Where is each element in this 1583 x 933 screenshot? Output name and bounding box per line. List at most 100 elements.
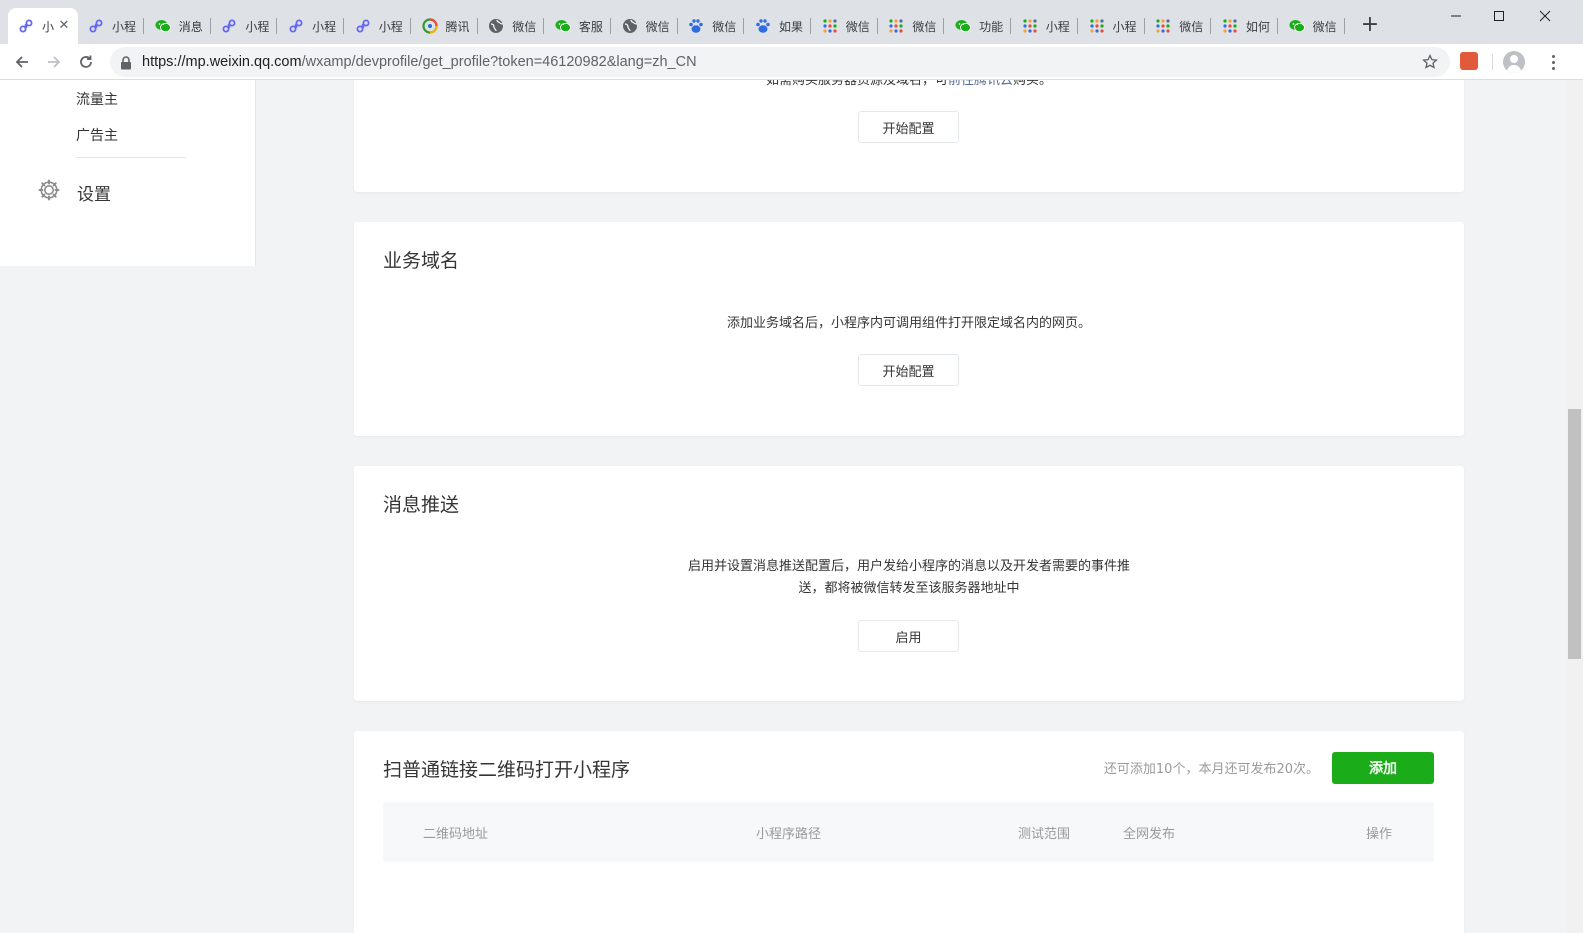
server-domain-desc: 如需购买服务器资源及域名，可前往腾讯云购买。 — [354, 80, 1464, 92]
wechat-icon — [155, 18, 171, 34]
browser-tab[interactable]: 微信 — [612, 8, 678, 44]
address-bar[interactable]: https://mp.weixin.qq.com/wxamp/devprofil… — [110, 47, 1450, 77]
tab-separator — [1343, 18, 1345, 34]
browser-tab[interactable]: 如果 — [745, 8, 811, 44]
qrcode-quota-text: 还可添加10个，本月还可发布20次。 — [1103, 762, 1319, 777]
close-window-icon[interactable] — [1522, 0, 1568, 32]
browser-tab[interactable]: 小程 — [1079, 8, 1145, 44]
tab-title: 消息 — [178, 19, 203, 34]
tab-title: 小程 — [378, 19, 403, 34]
tab-title: 如何 — [1245, 19, 1270, 34]
tencent-icon — [421, 18, 438, 34]
dots-grid-icon — [888, 18, 904, 34]
baidu-icon — [688, 18, 704, 34]
business-domain-config-button[interactable]: 开始配置 — [858, 354, 959, 386]
forward-arrow-icon[interactable] — [40, 48, 68, 76]
tab-title: 微信 — [712, 19, 737, 34]
bookmark-star-icon[interactable] — [1422, 53, 1438, 74]
browser-tab[interactable]: 微信 — [1279, 8, 1345, 44]
server-domain-config-button[interactable]: 开始配置 — [858, 111, 959, 143]
browser-tab[interactable]: 小程 — [345, 8, 411, 44]
dots-grid-icon — [1155, 18, 1171, 34]
extension-icon[interactable] — [1460, 52, 1478, 70]
globe-icon — [488, 18, 504, 34]
sidebar-item-settings-label: 设置 — [77, 184, 111, 205]
tencent-cloud-link[interactable]: 前往腾讯云 — [948, 80, 1013, 88]
business-domain-title: 业务域名 — [383, 250, 460, 272]
browser-tab[interactable]: 小 ✕ — [8, 8, 78, 44]
message-push-enable-button[interactable]: 启用 — [858, 620, 959, 652]
browser-tab[interactable]: 小程 — [1012, 8, 1078, 44]
wechat-icon — [955, 18, 971, 34]
business-domain-desc: 添加业务域名后，小程序内可调用组件打开限定域名内的网页。 — [726, 316, 1091, 331]
browser-tab[interactable]: 微信 — [678, 8, 745, 44]
mp-link-icon — [288, 18, 304, 34]
browser-tab[interactable]: 腾讯 — [412, 8, 478, 44]
column-header-publish: 全网发布 — [1123, 827, 1176, 842]
maximize-icon[interactable] — [1476, 0, 1522, 32]
page-scrollbar[interactable] — [1566, 80, 1583, 933]
browser-tab[interactable]: 客服 — [545, 8, 611, 44]
reload-icon[interactable] — [72, 48, 100, 76]
browser-tab[interactable]: 微信 — [812, 8, 878, 44]
toolbar-divider — [1492, 54, 1493, 70]
browser-tab[interactable]: 微信 — [878, 8, 945, 44]
browser-tab[interactable]: 小程 — [211, 8, 278, 44]
left-sidebar: 流量主 广告主 设置 — [0, 80, 256, 266]
tab-title: 如果 — [779, 19, 804, 34]
minimize-icon[interactable] — [1433, 0, 1479, 32]
url-path: /wxamp/devprofile/get_profile?token=4612… — [301, 54, 697, 70]
browser-toolbar: https://mp.weixin.qq.com/wxamp/devprofil… — [0, 44, 1583, 80]
tab-title: 小程 — [1045, 19, 1070, 34]
server-domain-desc-prefix: 如需购买服务器资源及域名，可 — [765, 80, 948, 88]
column-header-qrcode-url: 二维码地址 — [423, 827, 489, 842]
browser-tab[interactable]: 微信 — [478, 8, 545, 44]
tab-title: 微信 — [1179, 19, 1204, 34]
gear-icon — [36, 177, 62, 207]
mp-link-icon — [355, 18, 371, 34]
tab-title: 小程 — [112, 19, 137, 34]
browser-tab-strip: 小 ✕ 小程 消息 小程 小程 小程 腾讯 微信 客服 微信 微信 如果 微信 微信 功能 小程 小程 微信 如何 微信… — [0, 0, 1583, 44]
mp-link-icon — [18, 18, 34, 34]
message-push-card: 消息推送 启用并设置消息推送配置后，用户发给小程序的消息以及开发者需要的事件推 … — [354, 466, 1464, 701]
mp-link-icon — [221, 18, 237, 34]
dots-grid-icon — [822, 18, 838, 34]
sidebar-item-settings[interactable]: 设置 — [36, 178, 111, 206]
profile-avatar-icon[interactable] — [1503, 51, 1525, 73]
tab-title: 微信 — [645, 19, 670, 34]
message-push-title: 消息推送 — [383, 494, 460, 516]
tab-title: 小程 — [312, 19, 337, 34]
browser-menu-icon[interactable] — [1543, 52, 1563, 72]
browser-tab[interactable]: 小程 — [78, 8, 144, 44]
browser-tab[interactable]: 小程 — [278, 8, 345, 44]
baidu-icon — [755, 18, 771, 34]
url-text: https://mp.weixin.qq.com/wxamp/devprofil… — [142, 47, 697, 77]
message-push-desc: 启用并设置消息推送配置后，用户发给小程序的消息以及开发者需要的事件推 送，都将被… — [354, 556, 1464, 600]
browser-tab[interactable]: 如何 — [1212, 8, 1278, 44]
add-qrcode-button[interactable]: 添加 — [1332, 752, 1434, 784]
close-tab-icon[interactable]: ✕ — [56, 18, 72, 34]
sidebar-item-traffic-owner[interactable]: 流量主 — [76, 89, 118, 109]
qrcode-table-header: 二维码地址 小程序路径 测试范围 全网发布 操作 — [383, 802, 1434, 862]
tab-title: 小程 — [245, 19, 270, 34]
browser-tab[interactable]: 消息 — [145, 8, 211, 44]
tab-title: 微信 — [845, 19, 870, 34]
tab-title: 小程 — [1112, 19, 1137, 34]
dots-grid-icon — [1222, 18, 1238, 34]
lock-icon — [120, 55, 132, 74]
page-viewport: 流量主 广告主 设置 如需购买服务器资源及域名，可前往腾讯云购买。 开始配置 业… — [0, 80, 1583, 933]
business-domain-card: 业务域名 添加业务域名后，小程序内可调用组件打开限定域名内的网页。 开始配置 — [354, 222, 1464, 436]
scrollbar-thumb[interactable] — [1568, 409, 1581, 659]
tab-title: 微信 — [912, 19, 937, 34]
tab-title: 小 — [42, 19, 55, 34]
browser-tab[interactable]: 微信 — [1145, 8, 1212, 44]
new-tab-button[interactable]: + — [1356, 12, 1384, 40]
server-domain-card: 如需购买服务器资源及域名，可前往腾讯云购买。 开始配置 — [354, 80, 1464, 192]
dots-grid-icon — [1022, 18, 1038, 34]
tab-title: 微信 — [512, 19, 537, 34]
sidebar-item-advertiser[interactable]: 广告主 — [76, 125, 118, 145]
qrcode-link-title: 扫普通链接二维码打开小程序 — [383, 759, 631, 781]
message-push-desc-line2: 送，都将被微信转发至该服务器地址中 — [798, 581, 1020, 596]
browser-tab[interactable]: 功能 — [945, 8, 1012, 44]
back-arrow-icon[interactable] — [8, 48, 36, 76]
